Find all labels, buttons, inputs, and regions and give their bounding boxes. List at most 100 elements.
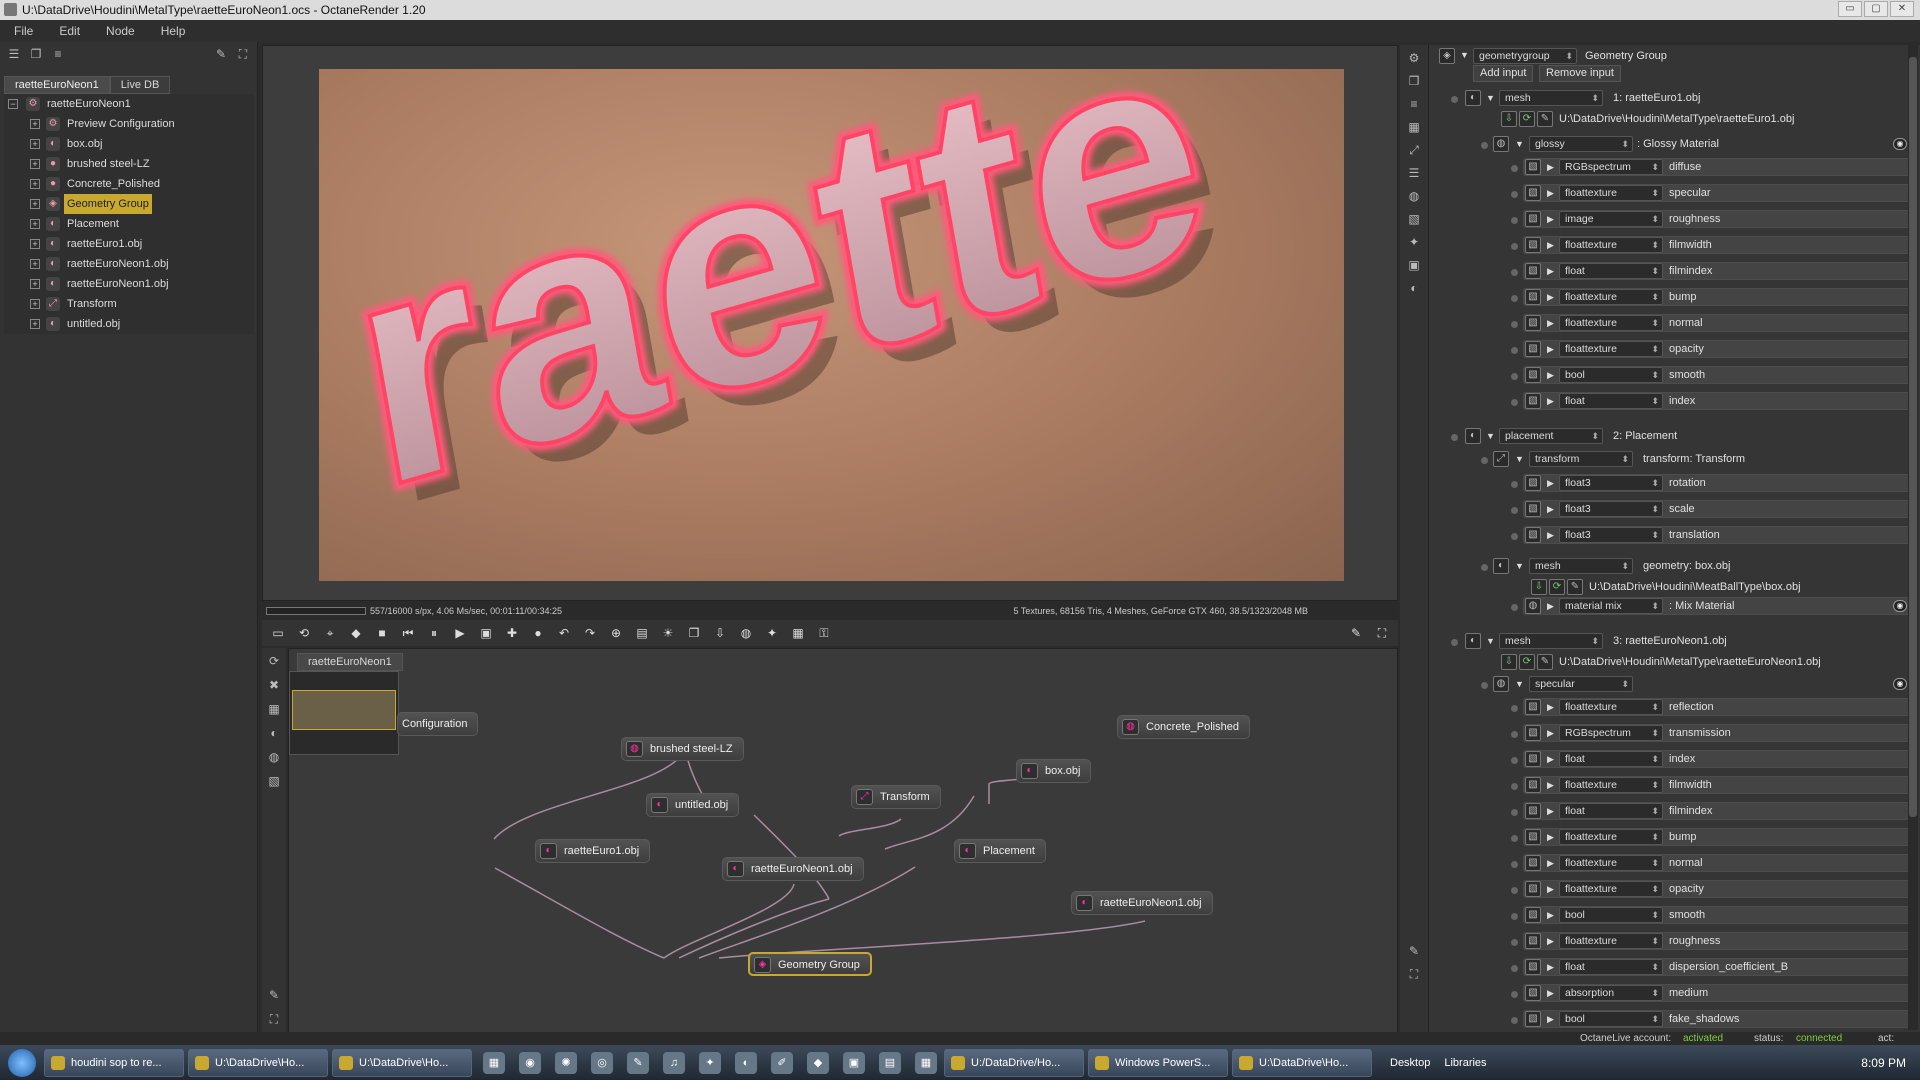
start-button[interactable] — [0, 1045, 44, 1080]
eye-icon[interactable]: ◉ — [1893, 678, 1907, 690]
export-icon[interactable]: ⇩ — [712, 626, 728, 640]
eye-icon[interactable]: ◉ — [1893, 138, 1907, 150]
expand-icon[interactable]: + — [30, 279, 40, 289]
pin-dot[interactable] — [1511, 705, 1518, 712]
pin-type-select[interactable]: floattexture — [1559, 933, 1663, 949]
pin-type-select[interactable]: floattexture — [1559, 777, 1663, 793]
node-geometry-group[interactable]: ◈ Geometry Group — [748, 952, 872, 976]
pin-dot[interactable] — [1511, 165, 1518, 172]
play-icon[interactable]: ▶ — [452, 626, 468, 640]
pin-type-select[interactable]: floattexture — [1559, 855, 1663, 871]
collapse-icon[interactable]: ▼ — [1515, 679, 1524, 689]
libraries-toolbar[interactable]: Libraries — [1444, 1057, 1486, 1069]
collapse-icon[interactable]: ▼ — [1515, 454, 1524, 464]
wrench-icon[interactable]: ✎ — [213, 47, 229, 61]
geometry-type-select[interactable]: mesh — [1529, 558, 1633, 574]
pin-dot[interactable] — [1511, 783, 1518, 790]
quick-launch-icon[interactable]: ▦ — [483, 1051, 505, 1074]
fullscreen-icon[interactable]: ⛶ — [235, 47, 251, 61]
clock[interactable]: 8:09 PM — [1861, 1056, 1906, 1070]
node-placement[interactable]: ◐ Placement — [954, 839, 1046, 863]
expand-icon[interactable]: ▶ — [1547, 396, 1554, 407]
pin-dot[interactable] — [1511, 373, 1518, 380]
load-icon[interactable]: ⇩ — [1531, 579, 1547, 595]
expand-icon[interactable]: + — [30, 159, 40, 169]
expand-icon[interactable]: + — [30, 259, 40, 269]
add-input-button[interactable]: Add input — [1473, 65, 1534, 82]
tree-item[interactable]: raetteEuroNeon1.obj — [64, 274, 172, 294]
material-icon[interactable]: ◍ — [266, 750, 282, 764]
scrollbar-thumb[interactable] — [1909, 57, 1917, 817]
pick-icon[interactable]: ✚ — [504, 626, 520, 640]
tab-scene[interactable]: raetteEuroNeon1 — [4, 76, 110, 94]
pin-type-select[interactable]: floattexture — [1559, 829, 1663, 845]
pin-dot[interactable] — [1451, 96, 1458, 103]
expand-icon[interactable]: ▶ — [1547, 806, 1554, 817]
expand-icon[interactable]: ▶ — [1547, 478, 1554, 489]
pin-type-select[interactable]: bool — [1559, 907, 1663, 923]
desktop-toolbar[interactable]: Desktop — [1390, 1057, 1430, 1069]
pin-dot[interactable] — [1511, 939, 1518, 946]
pin-type-select[interactable]: float3 — [1559, 475, 1663, 491]
fullscreen-icon[interactable]: ⛶ — [266, 1012, 282, 1026]
reload-icon[interactable]: ⟳ — [1549, 579, 1565, 595]
pin-dot[interactable] — [1511, 347, 1518, 354]
wrench-icon[interactable]: ✎ — [1348, 626, 1364, 640]
tree-item[interactable]: brushed steel-LZ — [64, 154, 153, 174]
firefox-icon[interactable]: ◉ — [519, 1051, 541, 1074]
load-icon[interactable]: ⇩ — [1501, 111, 1517, 127]
tree-item[interactable]: raetteEuro1.obj — [64, 234, 145, 254]
maximize-button[interactable]: ▢ — [1864, 1, 1888, 17]
collapse-icon[interactable]: ▼ — [1515, 139, 1524, 149]
expand-icon[interactable]: ▶ — [1547, 188, 1554, 199]
collapse-icon[interactable]: ▼ — [1460, 50, 1469, 60]
expand-icon[interactable]: ▶ — [1547, 601, 1554, 612]
node-raetteEuroNeon1-obj-2[interactable]: ◐ raetteEuroNeon1.obj — [1071, 891, 1213, 915]
app-icon[interactable]: ♫ — [663, 1051, 685, 1074]
reload-icon[interactable]: ⟳ — [266, 654, 282, 668]
camera-icon[interactable]: ▣ — [1406, 258, 1422, 272]
cube-icon[interactable]: ◆ — [348, 626, 364, 640]
render-image[interactable]: raette raette raette — [319, 69, 1344, 581]
expand-icon[interactable]: ▶ — [1547, 292, 1554, 303]
graph-tab[interactable]: raetteEuroNeon1 — [297, 653, 403, 671]
pin-type-select[interactable]: float — [1559, 751, 1663, 767]
pin-dot[interactable] — [1511, 861, 1518, 868]
pin-type-select[interactable]: floattexture — [1559, 881, 1663, 897]
node-preview-configuration[interactable]: Configuration — [397, 712, 479, 736]
transform-type-select[interactable]: transform — [1529, 451, 1633, 467]
wrench-icon[interactable]: ✎ — [266, 988, 282, 1002]
pin-type-select[interactable]: bool — [1559, 367, 1663, 383]
expand-icon[interactable]: + — [30, 199, 40, 209]
color-icon[interactable]: ● — [530, 626, 546, 640]
pause-icon[interactable]: ⏸ — [426, 626, 442, 640]
expand-icon[interactable]: ▶ — [1547, 754, 1554, 765]
pin-type-select[interactable]: floattexture — [1559, 237, 1663, 253]
expand-icon[interactable]: ▶ — [1547, 1014, 1554, 1025]
tab-live-db[interactable]: Live DB — [109, 76, 171, 94]
pin-dot[interactable] — [1511, 757, 1518, 764]
mix-type-select[interactable]: material mix — [1559, 598, 1663, 614]
pin-type-select[interactable]: float — [1559, 393, 1663, 409]
expand-icon[interactable]: + — [30, 239, 40, 249]
node-graph-editor[interactable]: raetteEuroNeon1 Configuration ◍ brushed s… — [288, 648, 1398, 1045]
list-icon[interactable]: ☰ — [6, 47, 22, 61]
transform-icon[interactable]: ⤢ — [1406, 143, 1422, 157]
wrench-icon[interactable]: ✎ — [1537, 111, 1553, 127]
task-chrome[interactable]: houdini sop to re... — [44, 1048, 184, 1077]
app-icon[interactable]: ◎ — [591, 1051, 613, 1074]
pin-dot[interactable] — [1511, 217, 1518, 224]
pin-type-select[interactable]: image — [1559, 211, 1663, 227]
expand-icon[interactable]: ▶ — [1547, 910, 1554, 921]
pin-dot[interactable] — [1511, 965, 1518, 972]
pin-dot[interactable] — [1511, 269, 1518, 276]
pin-dot[interactable] — [1481, 564, 1488, 571]
expand-icon[interactable]: + — [30, 179, 40, 189]
expand-icon[interactable]: ▶ — [1547, 240, 1554, 251]
list-icon[interactable]: ☰ — [1406, 166, 1422, 180]
pin-dot[interactable] — [1511, 913, 1518, 920]
pin-dot[interactable] — [1481, 457, 1488, 464]
pin-type-select[interactable]: floattexture — [1559, 185, 1663, 201]
app-icon[interactable]: ▤ — [879, 1051, 901, 1074]
pin-dot[interactable] — [1511, 295, 1518, 302]
